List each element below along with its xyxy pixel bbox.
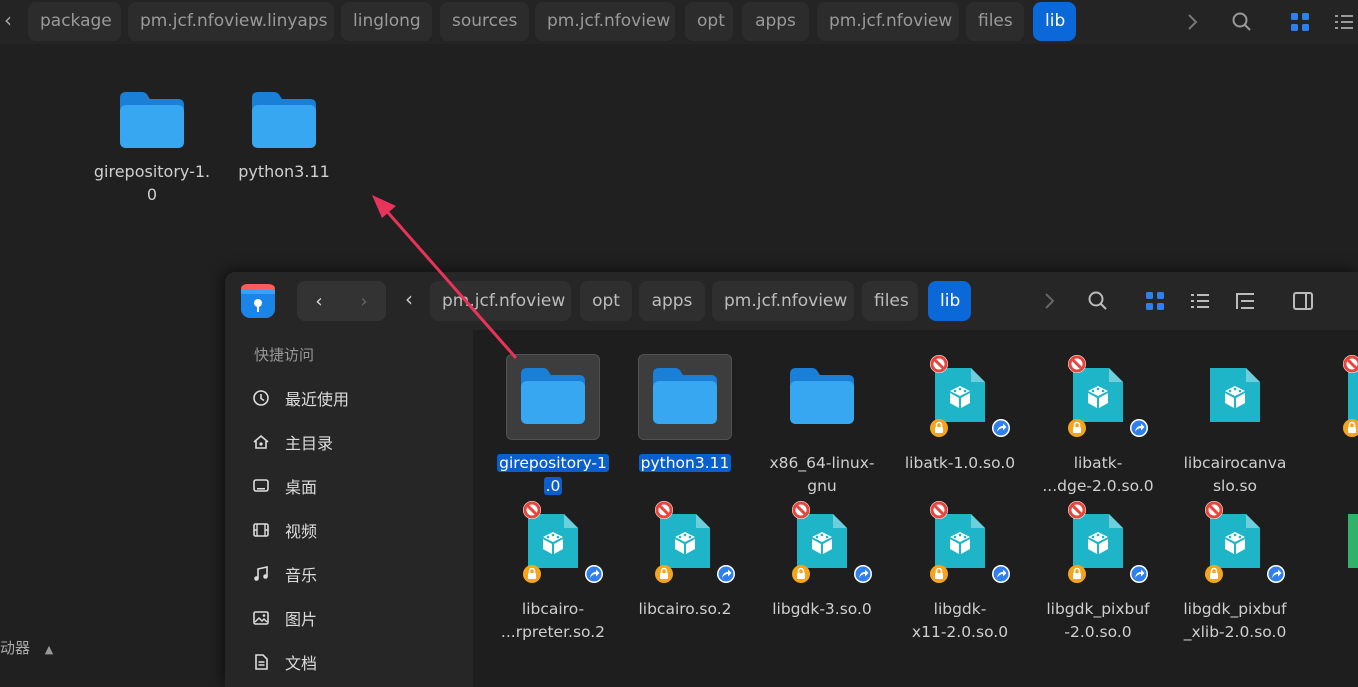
annotation-arrow — [372, 195, 518, 359]
